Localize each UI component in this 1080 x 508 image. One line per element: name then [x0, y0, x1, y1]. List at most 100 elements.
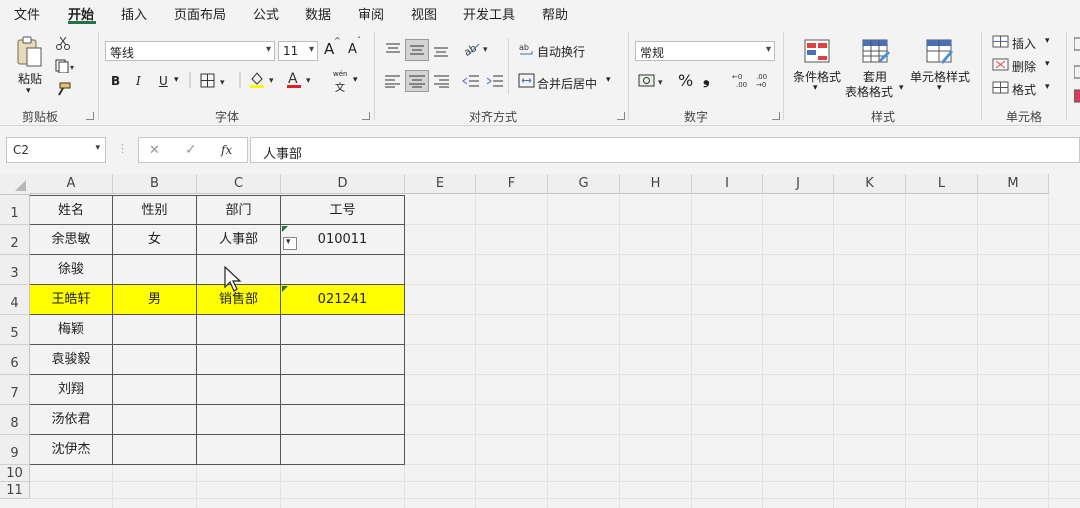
paste-dropdown-icon[interactable]: ▾: [26, 86, 31, 96]
increase-decimal-icon[interactable]: ←0.00: [730, 71, 750, 89]
table-cell[interactable]: 汤依君: [30, 405, 113, 435]
paste-button[interactable]: 粘贴: [18, 70, 42, 87]
tab-file[interactable]: 文件: [14, 4, 40, 23]
align-middle-icon[interactable]: [405, 39, 429, 61]
paste-icon[interactable]: [14, 34, 44, 68]
cut-icon[interactable]: [55, 36, 71, 50]
table-cell[interactable]: [281, 255, 405, 285]
tab-developer[interactable]: 开发工具: [463, 4, 515, 23]
table-header-cell[interactable]: 部门: [197, 195, 281, 225]
table-cell[interactable]: [113, 345, 197, 375]
wrap-text-button[interactable]: 自动换行: [537, 43, 585, 60]
grow-font-button[interactable]: A: [324, 40, 334, 58]
tab-data[interactable]: 数据: [305, 4, 331, 23]
column-header-g[interactable]: G: [548, 174, 620, 194]
table-cell[interactable]: [197, 375, 281, 405]
table-cell[interactable]: [113, 255, 197, 285]
column-header-h[interactable]: H: [620, 174, 692, 194]
insert-cells-button[interactable]: 插入: [1012, 35, 1036, 52]
underline-button[interactable]: U: [159, 74, 168, 88]
chevron-down-icon[interactable]: ▾: [353, 75, 358, 85]
table-cell[interactable]: [281, 405, 405, 435]
insert-cells-icon[interactable]: [992, 35, 1010, 49]
delete-cells-icon[interactable]: [992, 58, 1010, 72]
tab-page-layout[interactable]: 页面布局: [174, 4, 226, 23]
column-header-b[interactable]: B: [113, 174, 197, 194]
increase-indent-icon[interactable]: [486, 74, 504, 88]
chevron-down-icon[interactable]: ▾: [606, 75, 611, 85]
tab-view[interactable]: 视图: [411, 4, 437, 23]
column-header-e[interactable]: E: [405, 174, 476, 194]
decrease-decimal-icon[interactable]: .00 →0: [754, 71, 774, 89]
column-header-c[interactable]: C: [197, 174, 281, 194]
row-header-5[interactable]: 5: [0, 315, 30, 345]
error-indicator-icon[interactable]: [282, 226, 288, 232]
chevron-down-icon[interactable]: ▾: [174, 75, 179, 85]
tab-review[interactable]: 审阅: [358, 4, 384, 23]
table-cell[interactable]: 女: [113, 225, 197, 255]
fill-color-icon[interactable]: ▾: [248, 70, 282, 90]
alignment-launcher-icon[interactable]: [617, 112, 625, 120]
tab-formulas[interactable]: 公式: [253, 4, 279, 23]
tab-help[interactable]: 帮助: [542, 4, 568, 23]
delete-cells-button[interactable]: 删除: [1012, 58, 1036, 75]
paste-options-button[interactable]: ▾: [283, 237, 297, 250]
bold-button[interactable]: B: [111, 74, 120, 88]
border-icon[interactable]: ▾: [200, 73, 230, 89]
chevron-down-icon[interactable]: ▾: [1045, 36, 1050, 46]
table-header-cell[interactable]: 工号: [281, 195, 405, 225]
chevron-down-icon[interactable]: ▾: [937, 83, 942, 93]
chevron-down-icon[interactable]: ▾: [95, 143, 100, 153]
number-format-select[interactable]: 常规 ▾: [635, 41, 775, 61]
align-bottom-icon[interactable]: [432, 42, 450, 58]
column-header-i[interactable]: I: [692, 174, 763, 194]
italic-button[interactable]: I: [136, 74, 141, 88]
insert-function-icon[interactable]: fx: [221, 143, 232, 157]
font-size-select[interactable]: 11 ▾: [278, 41, 318, 61]
cell-styles-icon[interactable]: [925, 38, 955, 66]
shrink-font-button[interactable]: A: [348, 42, 357, 57]
row-header-8[interactable]: 8: [0, 405, 30, 435]
merge-center-button[interactable]: 合并后居中: [537, 75, 597, 92]
table-cell[interactable]: [113, 435, 197, 465]
table-cell[interactable]: 021241: [281, 285, 405, 315]
decrease-indent-icon[interactable]: [462, 74, 480, 88]
chevron-down-icon[interactable]: ▾: [899, 83, 904, 93]
column-header-m[interactable]: M: [978, 174, 1049, 194]
accounting-format-icon[interactable]: ▾: [638, 73, 670, 89]
table-cell[interactable]: 刘翔: [30, 375, 113, 405]
percent-button[interactable]: %: [678, 71, 693, 90]
table-header-cell[interactable]: 姓名: [30, 195, 113, 225]
select-all-corner[interactable]: [0, 174, 31, 195]
comma-button[interactable]: ❟: [703, 69, 710, 89]
format-painter-icon[interactable]: [55, 82, 71, 96]
row-header-2[interactable]: 2: [0, 225, 30, 255]
table-cell[interactable]: 王皓轩: [30, 285, 113, 315]
table-cell[interactable]: [197, 315, 281, 345]
row-header-10[interactable]: 10: [0, 465, 30, 482]
align-top-icon[interactable]: [384, 42, 402, 56]
column-header-l[interactable]: L: [906, 174, 978, 194]
clipboard-launcher-icon[interactable]: [86, 112, 94, 120]
name-box[interactable]: C2 ▾: [6, 137, 106, 163]
chevron-down-icon[interactable]: ▾: [813, 83, 818, 93]
row-header-7[interactable]: 7: [0, 375, 30, 405]
chevron-down-icon[interactable]: ▾: [1045, 59, 1050, 69]
table-cell[interactable]: [281, 345, 405, 375]
row-header-4[interactable]: 4: [0, 285, 30, 315]
column-header-a[interactable]: A: [30, 174, 113, 194]
table-cell[interactable]: [113, 375, 197, 405]
phonetic-button[interactable]: wén: [333, 70, 347, 78]
number-launcher-icon[interactable]: [772, 112, 780, 120]
row-header-6[interactable]: 6: [0, 345, 30, 375]
align-right-icon[interactable]: [432, 74, 450, 88]
font-family-select[interactable]: 等线 ▾: [105, 41, 275, 61]
format-cells-icon[interactable]: [992, 81, 1010, 95]
enter-icon[interactable]: ✓: [185, 142, 197, 158]
format-as-table-button[interactable]: 表格格式: [845, 83, 893, 100]
table-cell[interactable]: [197, 405, 281, 435]
table-header-cell[interactable]: 性别: [113, 195, 197, 225]
row-header-9[interactable]: 9: [0, 435, 30, 465]
chevron-down-icon[interactable]: ▾: [1045, 82, 1050, 92]
table-cell[interactable]: 010011: [281, 225, 405, 255]
